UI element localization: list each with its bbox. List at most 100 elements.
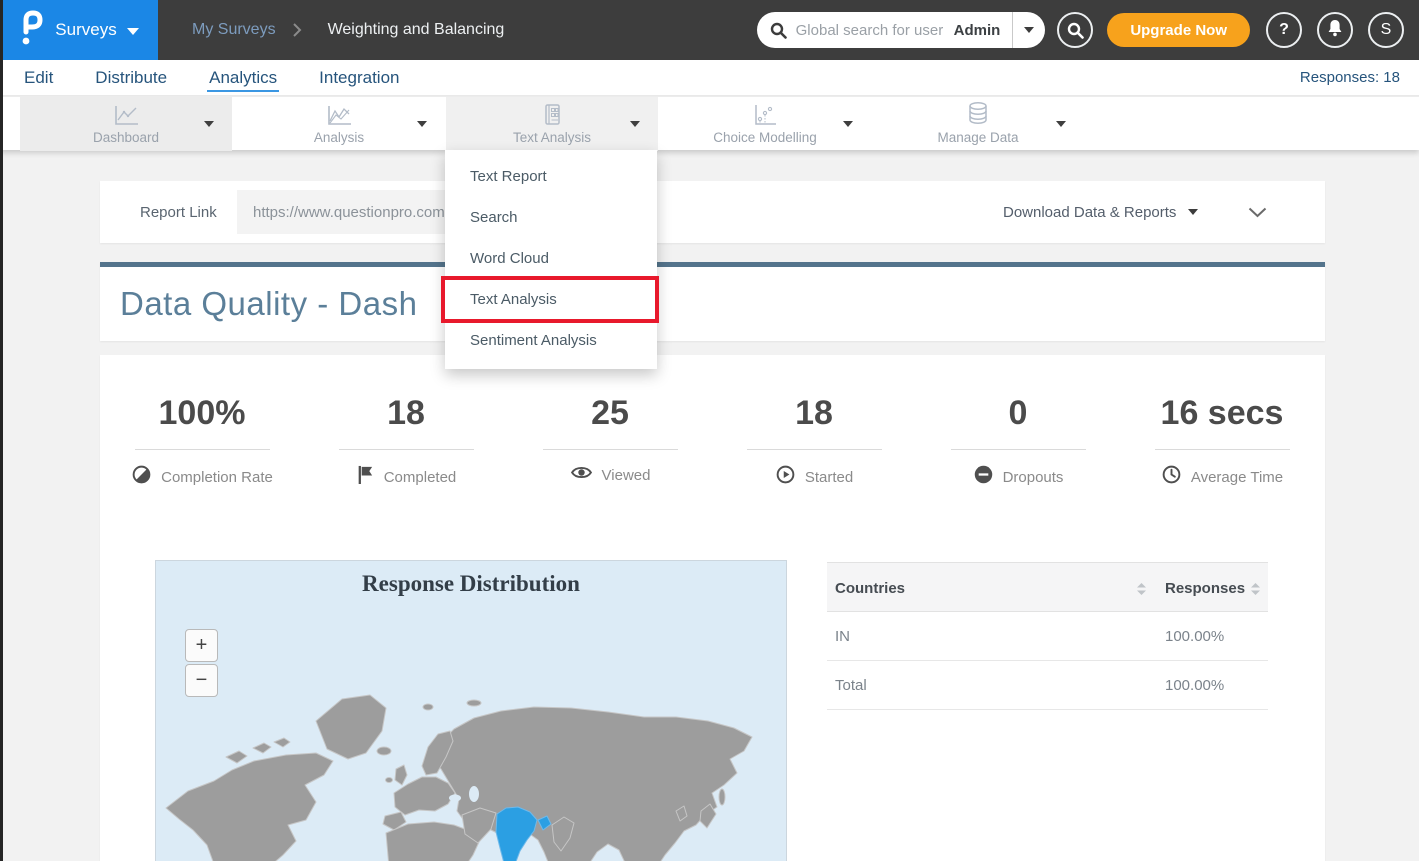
stat-label: Dropouts — [1003, 469, 1064, 486]
nav-item-edit[interactable]: Edit — [22, 64, 55, 92]
window-edge — [0, 0, 3, 861]
table-row: IN 100.00% — [827, 612, 1268, 661]
stat-viewed: 25 Viewed — [508, 393, 712, 490]
responses-count: Responses: 18 — [1300, 69, 1400, 86]
chevron-down-icon[interactable] — [1056, 121, 1066, 127]
chevron-down-icon — [1188, 209, 1198, 215]
response-distribution-map: Response Distribution + − — [155, 560, 787, 861]
stat-label: Viewed — [602, 467, 651, 484]
stat-average-time: 16 secs Average Time — [1120, 393, 1324, 490]
dashboard-title-card: Data Quality - Dash — [100, 262, 1325, 341]
column-header-responses[interactable]: Responses — [1165, 563, 1245, 613]
stat-label: Started — [805, 469, 853, 486]
nav-item-distribute[interactable]: Distribute — [93, 64, 169, 92]
analytics-toolbar: Dashboard Analysis Text Analysis Choice … — [0, 96, 1419, 150]
app-window: Surveys My Surveys Weighting and Balanci… — [0, 0, 1419, 861]
breadcrumb-current: Weighting and Balancing — [328, 21, 505, 39]
stat-started: 18 Started — [712, 393, 916, 490]
product-label: Surveys — [55, 20, 116, 40]
clock-icon — [1161, 464, 1182, 490]
chevron-down-icon[interactable] — [417, 121, 427, 127]
stat-label: Completed — [384, 469, 457, 486]
stat-value: 18 — [304, 393, 508, 433]
countries-table: Countries Responses IN 100.00% Total 100… — [827, 562, 1268, 710]
stat-value: 16 secs — [1120, 393, 1324, 433]
nav-item-analytics[interactable]: Analytics — [207, 64, 279, 92]
download-label: Download Data & Reports — [1003, 204, 1176, 221]
table-header: Countries Responses — [827, 562, 1268, 612]
stat-value: 25 — [508, 393, 712, 433]
dashboard-card: 100% Completion Rate 18 Completed 25 — [100, 355, 1325, 861]
tab-label: Manage Data — [937, 130, 1018, 145]
surveys-product-menu[interactable]: Surveys — [0, 0, 158, 60]
nav-item-integration[interactable]: Integration — [317, 64, 401, 92]
map-zoom-out-button[interactable]: − — [185, 664, 218, 697]
stat-dropouts: 0 Dropouts — [916, 393, 1120, 490]
chevron-right-icon — [292, 22, 302, 38]
line-chart-icon — [112, 103, 140, 127]
tab-text-analysis[interactable]: Text Analysis — [446, 97, 658, 151]
chevron-down-icon[interactable] — [204, 121, 214, 127]
scatter-chart-icon — [752, 103, 778, 127]
bell-icon — [1327, 19, 1343, 42]
chevron-down-icon — [127, 28, 139, 35]
top-bar: Surveys My Surveys Weighting and Balanci… — [0, 0, 1419, 60]
country-cell: Total — [835, 661, 867, 710]
help-button[interactable]: ? — [1266, 12, 1302, 48]
stat-label: Completion Rate — [161, 469, 273, 486]
text-report-icon — [540, 103, 564, 127]
stat-label: Average Time — [1191, 469, 1283, 486]
minus-circle-icon — [973, 464, 994, 490]
tab-label: Dashboard — [93, 130, 159, 145]
tab-dashboard[interactable]: Dashboard — [20, 97, 232, 151]
questionpro-logo-icon — [19, 8, 45, 53]
survey-nav: Edit Distribute Analytics Integration Re… — [0, 60, 1419, 96]
stat-completed: 18 Completed — [304, 393, 508, 490]
scope-caret-button[interactable] — [1013, 27, 1045, 33]
menu-item-sentiment-analysis[interactable]: Sentiment Analysis — [445, 320, 657, 361]
database-icon — [966, 103, 990, 127]
menu-item-word-cloud[interactable]: Word Cloud — [445, 238, 657, 279]
download-data-reports-menu[interactable]: Download Data & Reports — [1003, 181, 1198, 243]
map-title: Response Distribution — [156, 571, 786, 597]
avatar[interactable]: S — [1368, 12, 1404, 48]
responses-cell: 100.00% — [1165, 661, 1224, 710]
tab-label: Choice Modelling — [713, 130, 817, 145]
play-circle-icon — [775, 464, 796, 490]
eye-icon — [570, 464, 593, 486]
stat-value: 0 — [916, 393, 1120, 433]
menu-item-search[interactable]: Search — [445, 197, 657, 238]
search-scope-selector[interactable]: Admin — [954, 22, 1013, 39]
report-link-label: Report Link — [140, 181, 217, 243]
search-input[interactable] — [796, 22, 954, 39]
sort-icon[interactable] — [1251, 582, 1260, 600]
column-header-countries[interactable]: Countries — [835, 563, 905, 613]
stat-completion-rate: 100% Completion Rate — [100, 393, 304, 490]
tab-label: Text Analysis — [513, 130, 591, 145]
chevron-down-icon[interactable] — [843, 121, 853, 127]
survey-stats-row: 100% Completion Rate 18 Completed 25 — [100, 393, 1325, 490]
tab-choice-modelling[interactable]: Choice Modelling — [659, 97, 871, 151]
upgrade-now-button[interactable]: Upgrade Now — [1107, 13, 1250, 47]
tab-manage-data[interactable]: Manage Data — [872, 97, 1084, 151]
search-icon — [770, 22, 787, 39]
stat-value: 100% — [100, 393, 304, 433]
breadcrumb: My Surveys Weighting and Balancing — [192, 21, 504, 39]
notifications-button[interactable] — [1317, 12, 1353, 48]
menu-item-text-analysis[interactable]: Text Analysis — [445, 279, 657, 320]
flag-icon — [356, 464, 375, 490]
report-link-bar: Report Link Download Data & Reports — [100, 181, 1325, 243]
table-row: Total 100.00% — [827, 661, 1268, 710]
global-search: Admin — [757, 12, 1046, 48]
menu-item-text-report[interactable]: Text Report — [445, 156, 657, 197]
text-analysis-dropdown-menu: Text Report Search Word Cloud Text Analy… — [445, 150, 657, 369]
tab-analysis[interactable]: Analysis — [233, 97, 445, 151]
breadcrumb-parent[interactable]: My Surveys — [192, 21, 276, 39]
map-zoom-in-button[interactable]: + — [185, 629, 218, 662]
chevron-down-icon[interactable] — [630, 121, 640, 127]
world-map[interactable] — [156, 561, 787, 861]
collapse-section-button[interactable] — [1248, 181, 1267, 243]
sort-icon[interactable] — [1137, 582, 1146, 600]
trend-chart-icon — [325, 103, 353, 127]
search-button[interactable] — [1057, 12, 1093, 48]
